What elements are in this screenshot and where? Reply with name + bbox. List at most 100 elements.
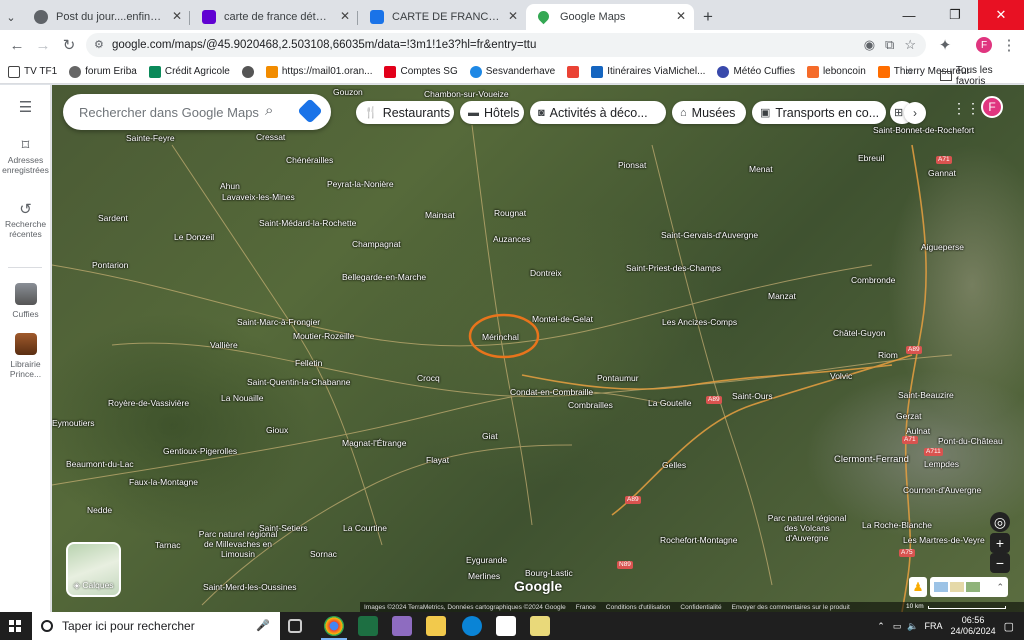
map-place-label[interactable]: Pionsat bbox=[618, 160, 646, 170]
forward-arrow-icon[interactable]: → bbox=[30, 32, 56, 58]
map-place-label[interactable]: La Nouaille bbox=[221, 393, 264, 403]
chip-activites[interactable]: ◙ Activités à déco... bbox=[530, 101, 666, 124]
map-place-label[interactable]: Saint-Priest-des-Champs bbox=[626, 263, 721, 273]
map-place-label[interactable]: Faux-la-Montagne bbox=[129, 477, 198, 487]
map-place-label[interactable]: La Roche-Blanche bbox=[862, 520, 932, 530]
map-place-label[interactable]: Saint-Médard-la-Rochette bbox=[259, 218, 356, 228]
account-avatar[interactable]: F bbox=[981, 96, 1003, 118]
map-place-label[interactable]: Aigueperse bbox=[921, 242, 964, 252]
map-place-label[interactable]: Bellegarde-en-Marche bbox=[342, 272, 426, 282]
feedback-link[interactable]: Envoyer des commentaires sur le produit bbox=[732, 604, 850, 611]
language-indicator[interactable]: FRA bbox=[925, 621, 943, 631]
map-place-label[interactable]: Moutier-Rozeille bbox=[293, 331, 354, 341]
chip-transports[interactable]: ▣ Transports en co... bbox=[752, 101, 886, 124]
map-place-label[interactable]: Volvic bbox=[830, 371, 852, 381]
map-place-label[interactable]: Ahun bbox=[220, 181, 240, 191]
app-icon[interactable] bbox=[530, 616, 550, 636]
zoom-out-button[interactable]: − bbox=[990, 553, 1010, 573]
bookmark-item[interactable]: leboncoin bbox=[806, 65, 866, 78]
recent-place-cuffies[interactable]: Cuffies bbox=[0, 283, 51, 319]
site-settings-icon[interactable]: ⚙ bbox=[94, 38, 104, 51]
address-bar[interactable]: ⚙ google.com/maps/@45.9020468,2.503108,6… bbox=[86, 33, 926, 57]
map-place-label[interactable]: Pont-du-Château bbox=[938, 436, 1003, 446]
expand-icon[interactable]: ⌃ bbox=[996, 582, 1004, 593]
bookmark-item[interactable] bbox=[567, 65, 580, 78]
microphone-icon[interactable]: 🎤 bbox=[256, 619, 270, 632]
map-place-label[interactable]: Saint-Ours bbox=[732, 391, 773, 401]
notifications-icon[interactable]: ▢ bbox=[1004, 620, 1014, 633]
map-place-label[interactable]: Sainte-Feyre bbox=[126, 133, 175, 143]
map-place-label[interactable]: Bourg-Lastic bbox=[525, 568, 573, 578]
chip-musees[interactable]: ⌂ Musées bbox=[672, 101, 746, 124]
bookmark-item[interactable]: forum Eriba bbox=[69, 65, 137, 78]
map-place-label[interactable]: Gioux bbox=[266, 425, 288, 435]
bookmark-item[interactable]: Météo Cuffies bbox=[717, 65, 795, 78]
new-tab-button[interactable]: + bbox=[694, 4, 722, 30]
zoom-in-button[interactable]: + bbox=[990, 533, 1010, 553]
my-location-icon[interactable]: ◎ bbox=[990, 512, 1010, 532]
bookmark-item[interactable]: Comptes SG bbox=[384, 65, 458, 78]
map-place-label[interactable]: Lavaveix-les-Mines bbox=[222, 192, 295, 202]
network-icon[interactable]: ▭ bbox=[893, 621, 902, 632]
map-place-label[interactable]: Champagnat bbox=[352, 239, 401, 249]
map-place-label[interactable]: Dontreix bbox=[530, 268, 562, 278]
map-place-label[interactable]: Menat bbox=[749, 164, 773, 174]
bookmark-item[interactable] bbox=[241, 65, 254, 78]
map-place-label[interactable]: Gannat bbox=[928, 168, 956, 178]
map-place-label[interactable]: Sornac bbox=[310, 549, 337, 559]
map-place-label[interactable]: Pontaumur bbox=[597, 373, 639, 383]
location-icon[interactable]: ◉ bbox=[864, 37, 875, 53]
bookmark-item[interactable]: https://mail01.oran... bbox=[265, 65, 372, 78]
saved-places-button[interactable]: ⌑ Adresses enregistrées bbox=[0, 138, 51, 175]
map-place-label[interactable]: Saint-Gervais-d'Auvergne bbox=[661, 230, 758, 240]
restore-button[interactable]: ❐ bbox=[932, 0, 978, 30]
map-place-label[interactable]: Flayat bbox=[426, 455, 449, 465]
map-place-label[interactable]: Peyrat-la-Nonière bbox=[327, 179, 394, 189]
start-button[interactable] bbox=[0, 612, 30, 640]
map-place-label[interactable]: Eymoutiers bbox=[52, 418, 95, 428]
chips-scroll-right-icon[interactable]: › bbox=[904, 102, 926, 124]
map-place-label[interactable]: Saint-Bonnet-de-Rochefort bbox=[873, 125, 974, 135]
map-place-label[interactable]: La Goutelle bbox=[648, 398, 691, 408]
menu-kebab-icon[interactable]: ⋮ bbox=[996, 32, 1022, 58]
map-place-label[interactable]: Crocq bbox=[417, 373, 440, 383]
map-place-label[interactable]: Les Martres-de-Veyre bbox=[903, 535, 985, 545]
document-icon[interactable] bbox=[496, 616, 516, 636]
tab-search-icon[interactable]: ⌄ bbox=[0, 4, 22, 30]
tab-google-maps[interactable]: Google Maps ✕ bbox=[526, 4, 694, 30]
map-place-label[interactable]: Saint-Beauzire bbox=[898, 390, 954, 400]
map-place-label[interactable]: Tarnac bbox=[155, 540, 181, 550]
taskbar-search[interactable]: Taper ici pour rechercher 🎤 bbox=[32, 612, 280, 640]
back-arrow-icon[interactable]: ← bbox=[4, 32, 30, 58]
map-place-label[interactable]: Merlines bbox=[468, 571, 500, 581]
volume-icon[interactable]: 🔈 bbox=[907, 621, 918, 632]
file-explorer-icon[interactable] bbox=[426, 616, 446, 636]
bookmark-star-icon[interactable]: ☆ bbox=[904, 37, 916, 53]
close-tab-icon[interactable]: ✕ bbox=[172, 9, 182, 23]
bookmark-item[interactable]: TV TF1 bbox=[8, 65, 57, 78]
map-place-label[interactable]: Royère-de-Vassivière bbox=[108, 398, 189, 408]
search-icon[interactable]: ⌕ bbox=[265, 102, 273, 119]
tab-carte-satellite[interactable]: CARTE DE FRANCE SATELLITE - ✕ bbox=[358, 4, 526, 30]
maps-search-box[interactable]: Rechercher dans Google Maps ⌕ bbox=[63, 94, 331, 130]
map-place-label[interactable]: Sardent bbox=[98, 213, 128, 223]
map-type-thumb[interactable] bbox=[966, 582, 980, 592]
map-place-label[interactable]: Magnat-l'Étrange bbox=[342, 438, 406, 448]
satellite-map[interactable]: Gouzon Chambon-sur-Voueize Sainte-Feyre Cre… bbox=[52, 85, 1024, 612]
map-place-label[interactable]: Manzat bbox=[768, 291, 796, 301]
tab-post-du-jour[interactable]: Post du jour....enfin des jours fé ✕ bbox=[22, 4, 190, 30]
google-apps-icon[interactable]: ⋮⋮ bbox=[952, 100, 980, 116]
search-input[interactable]: Rechercher dans Google Maps bbox=[79, 105, 259, 120]
map-place-label[interactable]: Lempdes bbox=[924, 459, 959, 469]
map-place-label[interactable]: Pontarion bbox=[92, 260, 128, 270]
reload-icon[interactable]: ↻ bbox=[56, 32, 82, 58]
map-place-label[interactable]: Saint-Merd-les-Oussines bbox=[203, 582, 297, 592]
excel-icon[interactable] bbox=[358, 616, 378, 636]
tab-carte-france[interactable]: carte de france détaillée gratuit ✕ bbox=[190, 4, 358, 30]
map-place-label[interactable]: Parc naturel régional des Volcans d'Auve… bbox=[762, 513, 852, 543]
map-place-label[interactable]: Montel-de-Gelat bbox=[532, 314, 593, 324]
install-app-icon[interactable]: ⧉ bbox=[885, 37, 894, 53]
layers-button[interactable]: ◈ Calques bbox=[66, 542, 121, 597]
map-place-label[interactable]: Mérinchal bbox=[482, 332, 519, 342]
map-place-label[interactable]: La Courtine bbox=[343, 523, 387, 533]
